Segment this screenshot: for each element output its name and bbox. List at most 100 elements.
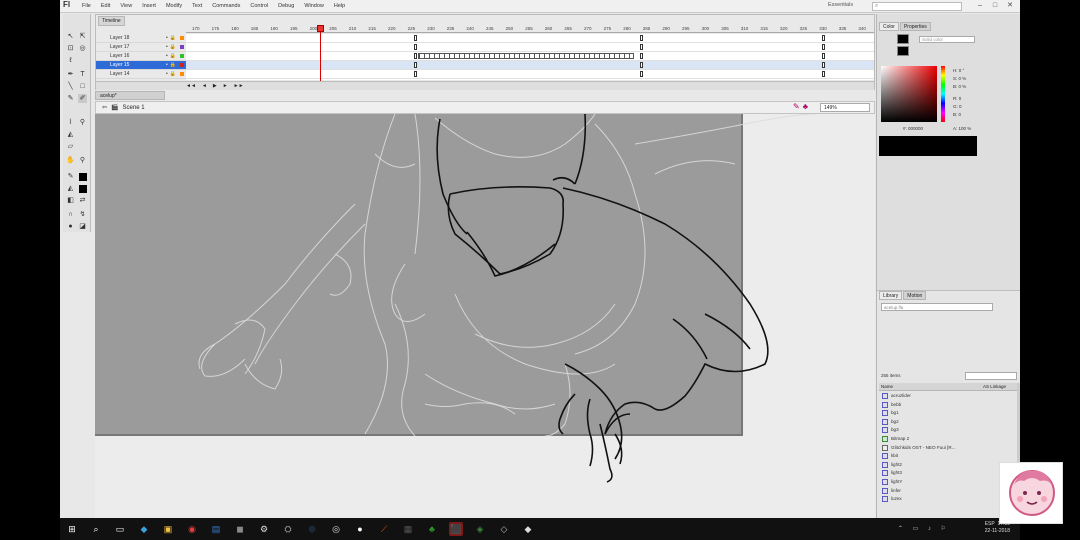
- layer-name[interactable]: Layer 14: [110, 71, 129, 77]
- stage-area[interactable]: [95, 114, 875, 518]
- taskbar-app-icon[interactable]: ▭: [113, 522, 127, 536]
- keyframe[interactable]: [414, 53, 417, 59]
- line-tool-icon[interactable]: ╲: [66, 82, 75, 91]
- layer-row[interactable]: Layer 14 •🔒: [96, 70, 186, 79]
- menu-insert[interactable]: Insert: [137, 3, 161, 9]
- subselection-tool-icon[interactable]: ⇱: [78, 32, 87, 41]
- layer-row[interactable]: Layer 16 •🔒: [96, 52, 186, 61]
- layer-row[interactable]: Layer 17 •🔒: [96, 43, 186, 52]
- taskbar-app-icon[interactable]: ◇: [497, 522, 511, 536]
- bone-tool-icon[interactable]: ⌇: [66, 118, 75, 127]
- library-item[interactable]: light2: [879, 461, 1017, 470]
- tab-motion-presets[interactable]: Motion: [903, 291, 927, 300]
- frames-grid[interactable]: [186, 34, 874, 80]
- menu-edit[interactable]: Edit: [96, 3, 115, 9]
- frame-row[interactable]: [186, 70, 874, 79]
- keyframe[interactable]: [640, 53, 643, 59]
- menu-control[interactable]: Control: [245, 3, 273, 9]
- taskbar-app-icon[interactable]: ▦: [401, 522, 415, 536]
- library-item[interactable]: bg2: [879, 418, 1017, 427]
- menu-commands[interactable]: Commands: [207, 3, 245, 9]
- zoom-tool-icon[interactable]: ⚲: [78, 156, 87, 165]
- brush-shape-icon[interactable]: ◪: [78, 222, 87, 231]
- keyframe[interactable]: [414, 44, 417, 50]
- layer-row[interactable]: Layer 18 •🔒: [96, 34, 186, 43]
- layer-visibility-lock-icons[interactable]: •🔒: [166, 34, 184, 43]
- keyframe-strip[interactable]: [418, 53, 634, 59]
- hex-field[interactable]: #: 000000: [903, 126, 923, 131]
- color-spectrum[interactable]: [881, 66, 937, 122]
- library-item[interactable]: bg3: [879, 426, 1017, 435]
- play-button[interactable]: ▶: [213, 83, 217, 89]
- keyframe[interactable]: [640, 35, 643, 41]
- taskbar-app-icon[interactable]: ⟋: [377, 522, 391, 536]
- tab-library[interactable]: Library: [879, 291, 903, 300]
- last-frame-button[interactable]: ►►: [234, 83, 244, 89]
- taskbar-app-icon[interactable]: ▤: [209, 522, 223, 536]
- library-item[interactable]: linfer: [879, 487, 1017, 496]
- library-item[interactable]: Glitchkids OST - NEO Fuui [R...: [879, 444, 1017, 453]
- blue-field[interactable]: B: 0: [953, 112, 961, 117]
- taskbar-app-icon[interactable]: ◎: [329, 522, 343, 536]
- frame-ruler[interactable]: 170 175 180 185 190 195 200 205 210 215 220 225 230 2…: [186, 25, 874, 33]
- alpha-field[interactable]: A: 100 %: [953, 126, 971, 131]
- layer-visibility-lock-icons[interactable]: •🔒: [166, 43, 184, 52]
- menu-view[interactable]: View: [115, 3, 137, 9]
- saturation-field[interactable]: S: 0 %: [953, 76, 966, 81]
- stroke-color-icon[interactable]: ✎: [66, 172, 75, 181]
- taskbar-app-icon[interactable]: ◉: [185, 522, 199, 536]
- zoom-select[interactable]: 149%: [820, 103, 870, 112]
- menu-window[interactable]: Window: [299, 3, 329, 9]
- keyframe[interactable]: [640, 71, 643, 77]
- taskbar-app-icon[interactable]: ⚙: [257, 522, 271, 536]
- scene-label[interactable]: Scene 1: [123, 105, 145, 111]
- brightness-field[interactable]: B: 0 %: [953, 84, 966, 89]
- lasso-tool-icon[interactable]: ℓ: [66, 56, 75, 65]
- taskbar-app-icon[interactable]: ⬛: [449, 522, 463, 536]
- stroke-color-swatch[interactable]: [79, 173, 87, 181]
- taskbar-app-icon[interactable]: ⬢: [305, 522, 319, 536]
- library-item[interactable]: luzex: [879, 495, 1017, 504]
- brush-size-icon[interactable]: ●: [66, 222, 75, 231]
- layer-name[interactable]: Layer 16: [110, 53, 129, 59]
- document-tab[interactable]: acelup*: [95, 91, 165, 100]
- taskbar-app-icon[interactable]: ⊞: [65, 522, 79, 536]
- column-name[interactable]: Name: [881, 384, 893, 389]
- taskbar-app-icon[interactable]: ◆: [521, 522, 535, 536]
- taskbar-app-icon[interactable]: ⛭: [281, 522, 295, 536]
- tab-properties[interactable]: Properties: [899, 22, 931, 31]
- layer-outline-color[interactable]: [180, 53, 184, 58]
- menu-debug[interactable]: Debug: [273, 3, 299, 9]
- edit-symbols-icons[interactable]: ✎♣: [793, 102, 811, 111]
- keyframe[interactable]: [822, 53, 825, 59]
- taskbar-app-icon[interactable]: ♣: [425, 522, 439, 536]
- fill-color-swatch[interactable]: [79, 185, 87, 193]
- brush-tool-icon[interactable]: ✐: [78, 94, 87, 103]
- keyframe[interactable]: [414, 35, 417, 41]
- free-transform-tool-icon[interactable]: ⊡: [66, 44, 75, 53]
- library-item[interactable]: bebb: [879, 401, 1017, 410]
- menu-file[interactable]: File: [77, 3, 96, 9]
- hand-tool-icon[interactable]: ✋: [66, 156, 75, 165]
- hue-slider[interactable]: [941, 66, 945, 122]
- keyframe[interactable]: [822, 44, 825, 50]
- tab-color[interactable]: Color: [879, 22, 899, 31]
- frame-row[interactable]: [186, 52, 874, 61]
- menu-modify[interactable]: Modify: [161, 3, 187, 9]
- keyframe[interactable]: [414, 71, 417, 77]
- fill-color-icon[interactable]: ◭: [66, 184, 75, 193]
- layer-outline-color[interactable]: [180, 71, 184, 76]
- library-item[interactable]: Bitmap 2: [879, 435, 1017, 444]
- menu-text[interactable]: Text: [187, 3, 207, 9]
- hue-field[interactable]: H: 0 °: [953, 68, 964, 73]
- next-frame-button[interactable]: ►: [223, 83, 228, 89]
- frame-row[interactable]: [186, 43, 874, 52]
- keyframe[interactable]: [640, 62, 643, 68]
- keyframe[interactable]: [822, 62, 825, 68]
- text-tool-icon[interactable]: T: [78, 70, 87, 79]
- eraser-tool-icon[interactable]: ▱: [66, 142, 75, 151]
- red-field[interactable]: R: 0: [953, 96, 961, 101]
- library-item[interactable]: acruzlider: [879, 392, 1017, 401]
- keyframe[interactable]: [414, 62, 417, 68]
- panel-fill-swatch[interactable]: [897, 46, 909, 56]
